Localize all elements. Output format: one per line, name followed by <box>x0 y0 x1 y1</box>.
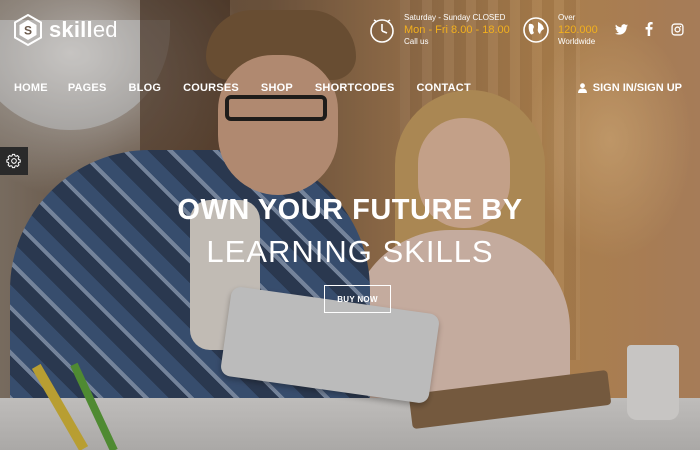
sign-in-link[interactable]: SIGN IN/SIGN UP <box>577 82 682 94</box>
globe-icon <box>523 17 549 43</box>
svg-text:S: S <box>24 24 32 38</box>
logo-light-text: ed <box>92 17 118 42</box>
nav-item-pages[interactable]: PAGES <box>68 82 107 94</box>
worldwide-text: Worldwide <box>558 37 596 46</box>
main-navigation: HOME PAGES BLOG COURSES SHOP SHORTCODES … <box>14 82 493 94</box>
clock-icon <box>370 19 394 43</box>
logo-wordmark: skilled <box>49 17 118 43</box>
logo-hexagon-icon: S <box>13 14 43 46</box>
students-count: Over 120.000 Worldwide <box>522 12 598 48</box>
logo-bold-text: skill <box>49 17 93 42</box>
nav-item-shortcodes[interactable]: SHORTCODES <box>315 82 395 94</box>
instagram-icon[interactable] <box>670 22 684 36</box>
open-hours-text: Mon - Fri 8.00 - 18.00 <box>404 24 510 36</box>
user-icon <box>577 83 587 93</box>
nav-item-home[interactable]: HOME <box>14 82 48 94</box>
nav-item-contact[interactable]: CONTACT <box>417 82 471 94</box>
twitter-icon[interactable] <box>614 22 628 36</box>
hero-subtitle: LEARNING SKILLS <box>206 234 494 269</box>
nav-item-courses[interactable]: COURSES <box>183 82 239 94</box>
over-text: Over <box>558 13 576 22</box>
nav-item-shop[interactable]: SHOP <box>261 82 293 94</box>
students-number: 120.000 <box>558 24 598 36</box>
social-links <box>614 22 684 36</box>
gear-icon <box>6 153 21 169</box>
sign-in-label: SIGN IN/SIGN UP <box>592 82 682 94</box>
opening-hours: Saturday - Sunday CLOSED Mon - Fri 8.00 … <box>368 12 510 48</box>
closed-days-text: Saturday - Sunday CLOSED <box>404 13 506 22</box>
call-us-text: Call us <box>404 37 429 46</box>
nav-item-blog[interactable]: BLOG <box>129 82 162 94</box>
facebook-icon[interactable] <box>642 22 656 36</box>
hero-title: OWN YOUR FUTURE BY <box>177 194 523 226</box>
site-logo[interactable]: S skilled <box>13 14 118 46</box>
site-header: S skilled Saturday - Sunday CLOSED Mon -… <box>0 0 700 94</box>
settings-panel-toggle[interactable] <box>0 147 28 175</box>
buy-now-button[interactable]: BUY NOW <box>324 285 391 313</box>
